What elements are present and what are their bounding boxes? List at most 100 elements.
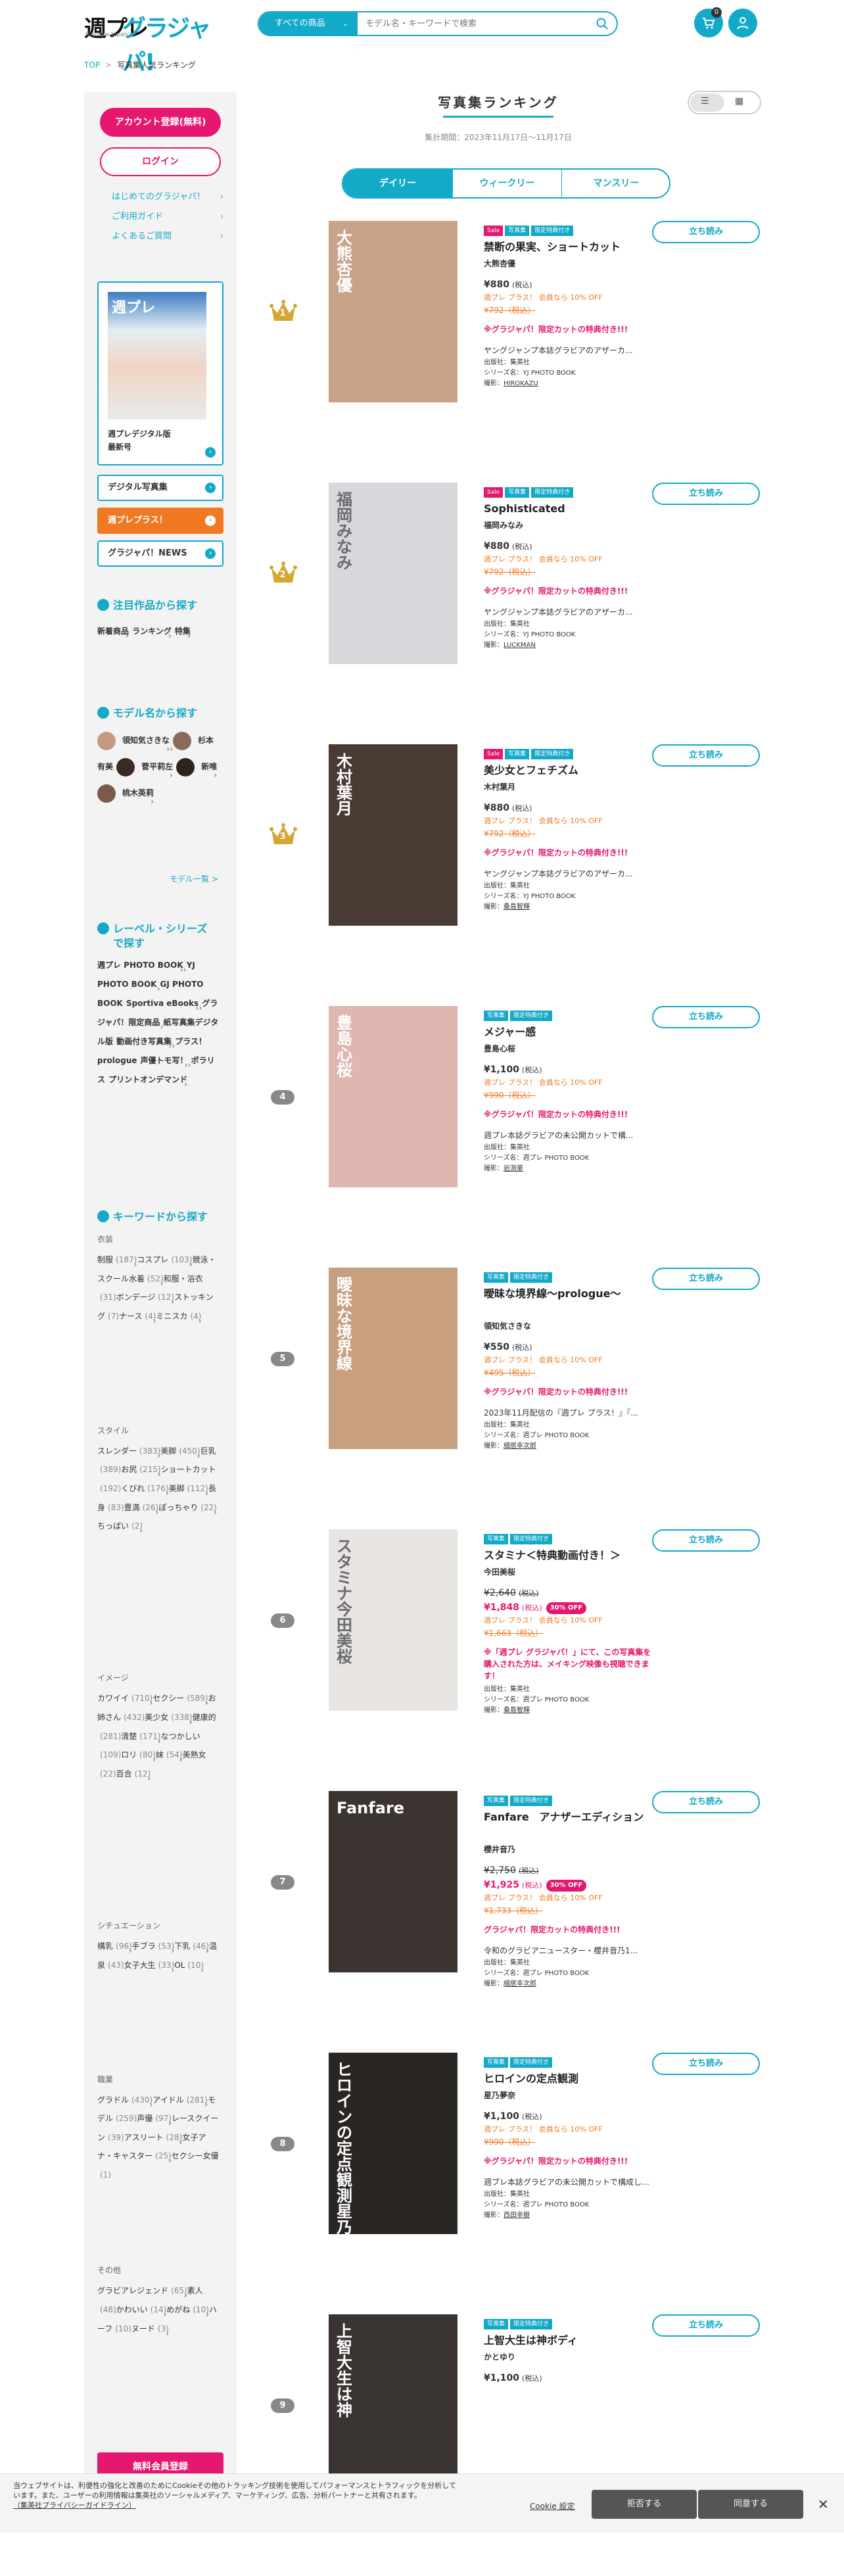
reject-button[interactable]: 拒否する	[592, 2490, 697, 2519]
keyword-item[interactable]: 構乳 (96) ›	[97, 1942, 132, 1955]
keyword-item[interactable]: ロリ (80) ›	[121, 1750, 156, 1764]
register-button[interactable]: アカウント登録(無料)	[100, 108, 221, 137]
close-icon[interactable]: ✕	[818, 2496, 829, 2512]
product-title[interactable]: 曖昧な境界線〜prologue〜	[484, 1286, 655, 1302]
tab-weekly[interactable]: ウィークリー	[452, 170, 561, 197]
plus-member-discount[interactable]: 週プレ プラス！ 会員なら 10% OFF	[484, 292, 655, 304]
focus-item-new[interactable]: 新着商品 ›	[97, 627, 129, 640]
model-list-more-link[interactable]: モデル一覧 >	[170, 873, 218, 884]
grajapa-news-link[interactable]: グラジャパ！NEWS ›	[97, 540, 223, 567]
plus-member-discount[interactable]: 週プレ プラス！ 会員なら 10% OFF	[484, 1354, 655, 1366]
guide-first-link[interactable]: はじめてのグラジャパ！ ›	[112, 191, 223, 204]
search-category-select[interactable]: すべての商品 ⌄	[259, 12, 358, 35]
plus-member-discount[interactable]: 週プレ プラス！ 会員なら 10% OFF	[484, 1077, 655, 1089]
keyword-item[interactable]: スレンダー (383) ›	[97, 1446, 160, 1460]
keyword-item[interactable]: 制服 (187) ›	[97, 1255, 137, 1269]
product-cover-image[interactable]: 福岡みなみ	[329, 483, 457, 664]
product-title[interactable]: Sophisticated	[484, 501, 655, 517]
focus-item-ranking[interactable]: ランキング ›	[132, 627, 172, 640]
photographer-link[interactable]: HIROKAZU	[504, 380, 538, 387]
keyword-item[interactable]: 下乳 (46) ›	[174, 1942, 209, 1955]
plus-member-discount[interactable]: 週プレ プラス！ 会員なら 10% OFF	[484, 1892, 655, 1904]
breadcrumb-top-link[interactable]: TOP	[84, 60, 100, 70]
label-item[interactable]: 動画付き写真集 ›	[116, 1037, 172, 1051]
product-author[interactable]: 領知気さきな	[484, 1320, 655, 1331]
keyword-item[interactable]: 女子大生 (33) ›	[124, 1961, 175, 1974]
latest-magazine-card[interactable]: 週プレ 週プレデジタル版 最新号 ›	[97, 281, 223, 465]
keyword-item[interactable]: カワイイ (710) ›	[97, 1694, 152, 1707]
product-title[interactable]: ヒロインの定点観測	[484, 2071, 655, 2087]
weekly-plus-link[interactable]: 週プレプラス！ ›	[97, 508, 223, 534]
plus-member-discount[interactable]: 週プレ プラス！ 会員なら 10% OFF	[484, 554, 655, 565]
product-cover-image[interactable]: Fanfare	[329, 1791, 457, 1972]
photographer-link[interactable]: 細居幸次郎	[504, 1980, 536, 1988]
search-icon[interactable]	[596, 17, 609, 30]
list-view-icon[interactable]: ☰	[701, 96, 709, 107]
plus-member-discount[interactable]: 週プレ プラス！ 会員なら 10% OFF	[484, 1615, 655, 1627]
product-author[interactable]: 豊島心桜	[484, 1043, 655, 1054]
accept-button[interactable]: 同意する	[698, 2490, 803, 2519]
product-cover-image[interactable]: 大熊杏優	[329, 221, 457, 402]
keyword-item[interactable]: ナース (4) ›	[119, 1312, 156, 1325]
site-logo[interactable]: 週プレ グラジャパ! Gravure Japan	[84, 9, 229, 76]
keyword-item[interactable]: ヌード (3) ›	[131, 2324, 169, 2338]
keyword-item[interactable]: アイドル (281) ›	[152, 2095, 208, 2109]
model-item[interactable]: 桃木英莉 ›	[97, 784, 154, 806]
cart-button[interactable]: 0	[694, 7, 723, 37]
privacy-link[interactable]: （集英社プライバシーガイドライン）	[13, 2501, 136, 2510]
keyword-item[interactable]: 声優 (97) ›	[137, 2114, 172, 2128]
label-item[interactable]: 声優トモ写！ ›	[140, 1056, 187, 1070]
keyword-item[interactable]: 美脚 (450) ›	[160, 1446, 200, 1460]
focus-item-feature[interactable]: 特集 ›	[175, 627, 191, 640]
cookie-settings-link[interactable]: Cookie 設定	[530, 2500, 575, 2512]
keyword-item[interactable]: グラドル (430) ›	[97, 2095, 152, 2109]
product-cover-image[interactable]: 上智大生は神	[329, 2314, 457, 2496]
preview-button[interactable]: 立ち読み	[652, 483, 760, 505]
label-item[interactable]: プリントオンデマンド ›	[108, 1075, 187, 1089]
preview-button[interactable]: 立ち読み	[652, 221, 760, 243]
product-title[interactable]: 上智大生は神ボディ	[484, 2333, 655, 2349]
model-item[interactable]: 新唯 ›	[176, 757, 217, 780]
product-cover-image[interactable]: 木村葉月	[329, 744, 457, 926]
keyword-item[interactable]: 豊満 (26) ›	[124, 1503, 159, 1517]
faq-link[interactable]: よくあるご質問 ›	[112, 230, 223, 243]
keyword-item[interactable]: 妹 (54) ›	[156, 1750, 183, 1764]
keyword-item[interactable]: めがね (10) ›	[166, 2305, 209, 2319]
model-item[interactable]: 領知気さきな ›	[97, 731, 170, 753]
product-author[interactable]: 星乃夢奈	[484, 2089, 655, 2101]
keyword-item[interactable]: アスリート (28) ›	[124, 2133, 183, 2147]
photographer-link[interactable]: LUCKMAN	[504, 642, 536, 649]
product-title[interactable]: Fanfare アナザーエディション	[484, 1809, 655, 1825]
keyword-item[interactable]: 清楚 (171) ›	[121, 1732, 160, 1746]
login-button[interactable]: ログイン	[100, 147, 221, 176]
product-author[interactable]: 櫻井音乃	[484, 1844, 655, 1855]
grid-view-icon[interactable]: ▦	[735, 96, 743, 107]
preview-button[interactable]: 立ち読み	[652, 1006, 760, 1028]
product-title[interactable]: 美少女とフェチズム	[484, 763, 655, 778]
product-cover-image[interactable]: 曖昧な境界線	[329, 1268, 457, 1449]
preview-button[interactable]: 立ち読み	[652, 2053, 760, 2075]
keyword-item[interactable]: 手ブラ (53) ›	[132, 1942, 175, 1955]
photographer-link[interactable]: 桑島智輝	[504, 903, 530, 911]
product-cover-image[interactable]: 豊島心桜	[329, 1006, 457, 1187]
keyword-item[interactable]: 美脚 (112) ›	[169, 1484, 208, 1498]
keyword-item[interactable]: グラビアレジェンド (65) ›	[97, 2286, 187, 2300]
product-author[interactable]: 大熊杏優	[484, 258, 655, 269]
photographer-link[interactable]: 岩渕豪	[504, 1165, 523, 1172]
label-item[interactable]: Sportiva eBooks ›	[126, 999, 199, 1013]
keyword-item[interactable]: OL (10) ›	[174, 1961, 204, 1974]
product-author[interactable]: 木村葉月	[484, 781, 655, 792]
photographer-link[interactable]: 細居幸次郎	[504, 1443, 536, 1450]
search-input[interactable]	[365, 12, 582, 35]
keyword-item[interactable]: ミニスカ (4) ›	[156, 1312, 201, 1325]
digital-photobook-link[interactable]: デジタル写真集 ›	[97, 475, 223, 501]
product-author[interactable]: 今田美桜	[484, 1566, 655, 1577]
keyword-item[interactable]: ぽっちゃり (22) ›	[158, 1503, 217, 1517]
product-author[interactable]: 福岡みなみ	[484, 519, 655, 531]
keyword-item[interactable]: 百合 (12) ›	[116, 1769, 151, 1783]
product-cover-image[interactable]: スタミナ 今田美桜	[329, 1529, 457, 1711]
product-title[interactable]: メジャー感	[484, 1024, 655, 1040]
photographer-link[interactable]: 桑島智輝	[504, 1707, 530, 1714]
preview-button[interactable]: 立ち読み	[652, 2314, 760, 2337]
product-cover-image[interactable]: ヒロインの定点観測 星乃夢奈	[329, 2053, 457, 2234]
